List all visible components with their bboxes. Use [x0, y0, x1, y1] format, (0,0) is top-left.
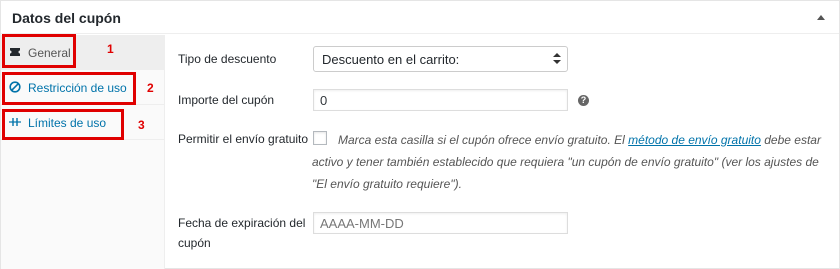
annotation-number-1: 1 [107, 42, 114, 56]
help-icon[interactable]: ? [578, 95, 589, 106]
annotation-box-restriction [2, 72, 136, 105]
annotation-number-3: 3 [138, 118, 145, 132]
annotation-number-2: 2 [147, 81, 154, 95]
free-shipping-label: Permitir el envío gratuito [178, 132, 309, 146]
coupon-tabs: General Restricción de uso Límites de us… [1, 35, 165, 269]
free-shipping-desc-before: Marca esta casilla si el cupón ofrece en… [338, 133, 629, 147]
panel-title: Datos del cupón [12, 10, 121, 26]
free-shipping-method-link[interactable]: método de envío gratuito [628, 133, 761, 147]
expiry-date-label: Fecha de expiración del cupón [178, 216, 306, 250]
discount-type-label: Tipo de descuento [178, 52, 277, 66]
expiry-date-input[interactable] [313, 212, 568, 234]
annotation-box-limits [2, 109, 124, 140]
select-arrows-icon [553, 53, 561, 65]
coupon-amount-input[interactable] [313, 89, 568, 111]
discount-type-select[interactable]: Descuento en el carrito: [313, 46, 568, 72]
coupon-amount-label: Importe del cupón [178, 93, 275, 107]
discount-type-value: Descuento en el carrito: [322, 52, 460, 67]
annotation-box-general [2, 34, 76, 68]
panel-header: Datos del cupón [1, 1, 839, 34]
collapse-arrow-icon[interactable] [817, 15, 825, 20]
free-shipping-description: Marca esta casilla si el cupón ofrece en… [312, 129, 824, 195]
